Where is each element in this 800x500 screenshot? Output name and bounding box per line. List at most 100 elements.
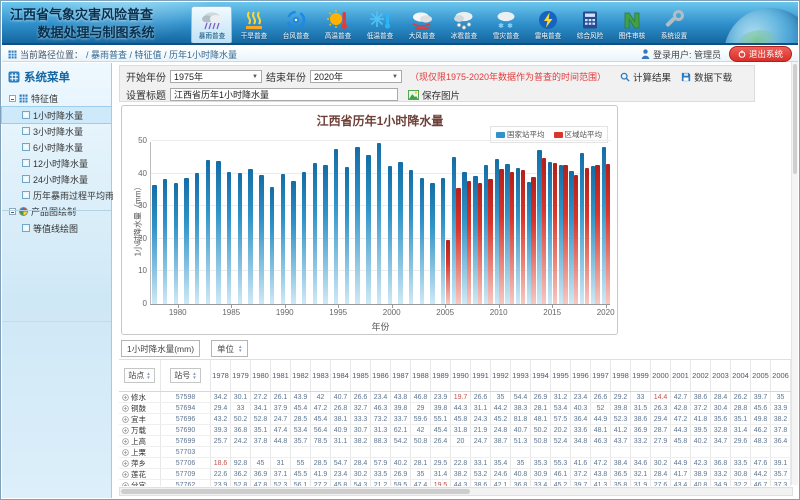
legend-item[interactable]: 国家站平均 bbox=[496, 129, 545, 140]
expand-icon[interactable] bbox=[122, 482, 129, 487]
chart-title-input[interactable] bbox=[170, 88, 398, 101]
header-year-2001[interactable]: 2001 bbox=[671, 360, 691, 391]
header-year-1992[interactable]: 1992 bbox=[491, 360, 511, 391]
header-year-1997[interactable]: 1997 bbox=[591, 360, 611, 391]
toolbar-item-settings[interactable]: 系统设置 bbox=[653, 6, 694, 44]
logout-button[interactable]: 退出系统 bbox=[729, 46, 792, 62]
station-sort-button[interactable]: 站点▲▼ bbox=[124, 368, 154, 383]
toolbar-item-lightning[interactable]: 雷电普查 bbox=[527, 6, 568, 44]
toolbar-item-label: 低温普查 bbox=[366, 31, 393, 41]
header-year-1994[interactable]: 1994 bbox=[531, 360, 551, 391]
expand-icon[interactable] bbox=[122, 449, 129, 456]
expand-icon[interactable] bbox=[122, 427, 129, 434]
toolbar-item-hail[interactable]: 冰雹普查 bbox=[443, 6, 484, 44]
header-year-1995[interactable]: 1995 bbox=[551, 360, 571, 391]
station-id-sort-button[interactable]: 站号▲▼ bbox=[170, 368, 200, 383]
header-year-1978[interactable]: 1978 bbox=[211, 360, 231, 391]
typhoon-icon bbox=[284, 8, 308, 31]
expander-icon[interactable] bbox=[9, 95, 16, 102]
data-download-button[interactable]: 数据下载 bbox=[681, 70, 732, 84]
sidebar-item-1-0[interactable]: 等值线绘图 bbox=[2, 220, 111, 236]
value-cell: 39.1 bbox=[771, 458, 791, 468]
header-year-1989[interactable]: 1989 bbox=[431, 360, 451, 391]
sidebar-item-0-0[interactable]: 1小时降水量 bbox=[2, 107, 111, 123]
header-year-1990[interactable]: 1990 bbox=[451, 360, 471, 391]
table-row[interactable]: 万载5769039.336.835.147.453.456.440.930.73… bbox=[119, 425, 793, 436]
v-scroll-thumb[interactable] bbox=[793, 64, 797, 174]
sidebar-group-1[interactable]: 产品图绘制 bbox=[2, 203, 111, 220]
legend-item[interactable]: 区域站平均 bbox=[554, 129, 603, 140]
header-year-2002[interactable]: 2002 bbox=[691, 360, 711, 391]
header-year-1988[interactable]: 1988 bbox=[411, 360, 431, 391]
value-cell: 33.2 bbox=[711, 469, 731, 479]
toolbar-item-wind[interactable]: 大风普查 bbox=[401, 6, 442, 44]
toolbar-item-typhoon[interactable]: 台风普查 bbox=[275, 6, 316, 44]
value-cell: 29.5 bbox=[431, 458, 451, 468]
toolbar-item-map-audit[interactable]: 图件审核 bbox=[611, 6, 652, 44]
save-image-button[interactable]: 保存图片 bbox=[408, 88, 460, 102]
header-year-2006[interactable]: 2006 bbox=[771, 360, 791, 391]
header-year-1981[interactable]: 1981 bbox=[271, 360, 291, 391]
toolbar-item-rainstorm[interactable]: 暴雨普查 bbox=[191, 6, 232, 44]
end-year-select[interactable]: 2020年 ▼ bbox=[310, 70, 402, 83]
table-metric-box: 1小时降水量(mm) bbox=[121, 340, 200, 357]
expand-icon[interactable] bbox=[122, 416, 129, 423]
toolbar-item-drought[interactable]: 干旱普查 bbox=[233, 6, 274, 44]
value-cell: 78.5 bbox=[311, 436, 331, 446]
vertical-scrollbar[interactable] bbox=[791, 62, 798, 485]
header-year-1993[interactable]: 1993 bbox=[511, 360, 531, 391]
breadcrumb[interactable]: / 暴雨普查 / 特征值 / 历年1小时降水量 bbox=[86, 48, 237, 61]
header-year-1996[interactable]: 1996 bbox=[571, 360, 591, 391]
header-year-1983[interactable]: 1983 bbox=[311, 360, 331, 391]
toolbar-item-heat[interactable]: 高温普查 bbox=[317, 6, 358, 44]
station-id-cell: 57703 bbox=[161, 447, 211, 457]
header-year-1982[interactable]: 1982 bbox=[291, 360, 311, 391]
expand-icon[interactable] bbox=[122, 460, 129, 467]
expand-icon[interactable] bbox=[122, 471, 129, 478]
sidebar-title: 系统菜单 bbox=[2, 63, 111, 90]
table-row[interactable]: 铜鼓5769429.43334.137.945.447.226.832.746.… bbox=[119, 403, 793, 414]
table-header-row: 站点▲▼ 站号▲▼ 19781979198019811982198319841985… bbox=[119, 360, 793, 392]
header-year-1984[interactable]: 1984 bbox=[331, 360, 351, 391]
table-row[interactable]: 上栗57703 bbox=[119, 447, 793, 458]
sidebar-item-0-3[interactable]: 12小时降水量 bbox=[2, 155, 111, 171]
expand-icon[interactable] bbox=[122, 394, 129, 401]
header-year-2005[interactable]: 2005 bbox=[751, 360, 771, 391]
table-row[interactable]: 修水5759834.230.127.226.143.94240.726.623.… bbox=[119, 392, 793, 403]
bar-国家站平均-2001 bbox=[398, 162, 402, 304]
expand-icon[interactable] bbox=[122, 405, 129, 412]
sidebar-item-0-5[interactable]: 历年暴雨过程平均雨量 bbox=[2, 187, 111, 203]
header-year-1999[interactable]: 1999 bbox=[631, 360, 651, 391]
toolbar-item-cold[interactable]: 低温普查 bbox=[359, 6, 400, 44]
table-row[interactable]: 萍乡5770618.692.845315528.554.728.457.940.… bbox=[119, 458, 793, 469]
header-year-1986[interactable]: 1986 bbox=[371, 360, 391, 391]
start-year-select[interactable]: 1975年 ▼ bbox=[170, 70, 262, 83]
header-year-1991[interactable]: 1991 bbox=[471, 360, 491, 391]
header-year-1998[interactable]: 1998 bbox=[611, 360, 631, 391]
expand-icon[interactable] bbox=[122, 438, 129, 445]
table-row[interactable]: 上高5769925.724.237.844.835.778.531.138.28… bbox=[119, 436, 793, 447]
header-year-1987[interactable]: 1987 bbox=[391, 360, 411, 391]
header-year-2003[interactable]: 2003 bbox=[711, 360, 731, 391]
h-scroll-thumb[interactable] bbox=[121, 489, 470, 494]
table-row[interactable]: 莲花5770922.636.236.937.145.541.923.430.23… bbox=[119, 469, 793, 480]
sidebar-item-0-4[interactable]: 24小时降水量 bbox=[2, 171, 111, 187]
header-year-2000[interactable]: 2000 bbox=[651, 360, 671, 391]
calc-result-button[interactable]: 计算结果 bbox=[620, 70, 671, 84]
header-year-2004[interactable]: 2004 bbox=[731, 360, 751, 391]
sidebar-item-label: 24小时降水量 bbox=[33, 173, 88, 186]
toolbar-item-label: 暴雨普查 bbox=[198, 31, 225, 41]
horizontal-scrollbar[interactable] bbox=[119, 487, 793, 496]
header-year-1980[interactable]: 1980 bbox=[251, 360, 271, 391]
toolbar-item-risk-calc[interactable]: 综合风险 bbox=[569, 6, 610, 44]
table-row[interactable]: 宜丰5769643.250.252.824.728.545.438.133.37… bbox=[119, 414, 793, 425]
header-year-1985[interactable]: 1985 bbox=[351, 360, 371, 391]
header-year-1979[interactable]: 1979 bbox=[231, 360, 251, 391]
unit-sort-control[interactable]: 单位 ▲▼ bbox=[211, 340, 248, 357]
toolbar-item-snow[interactable]: 雪灾普查 bbox=[485, 6, 526, 44]
sidebar-group-0[interactable]: 特征值 bbox=[2, 90, 111, 107]
sidebar-item-0-1[interactable]: 3小时降水量 bbox=[2, 123, 111, 139]
sidebar-item-0-2[interactable]: 6小时降水量 bbox=[2, 139, 111, 155]
value-cell: 40.2 bbox=[391, 458, 411, 468]
table-row[interactable]: 分宜5776223.952.847.852.356.127.245.854.32… bbox=[119, 480, 793, 486]
